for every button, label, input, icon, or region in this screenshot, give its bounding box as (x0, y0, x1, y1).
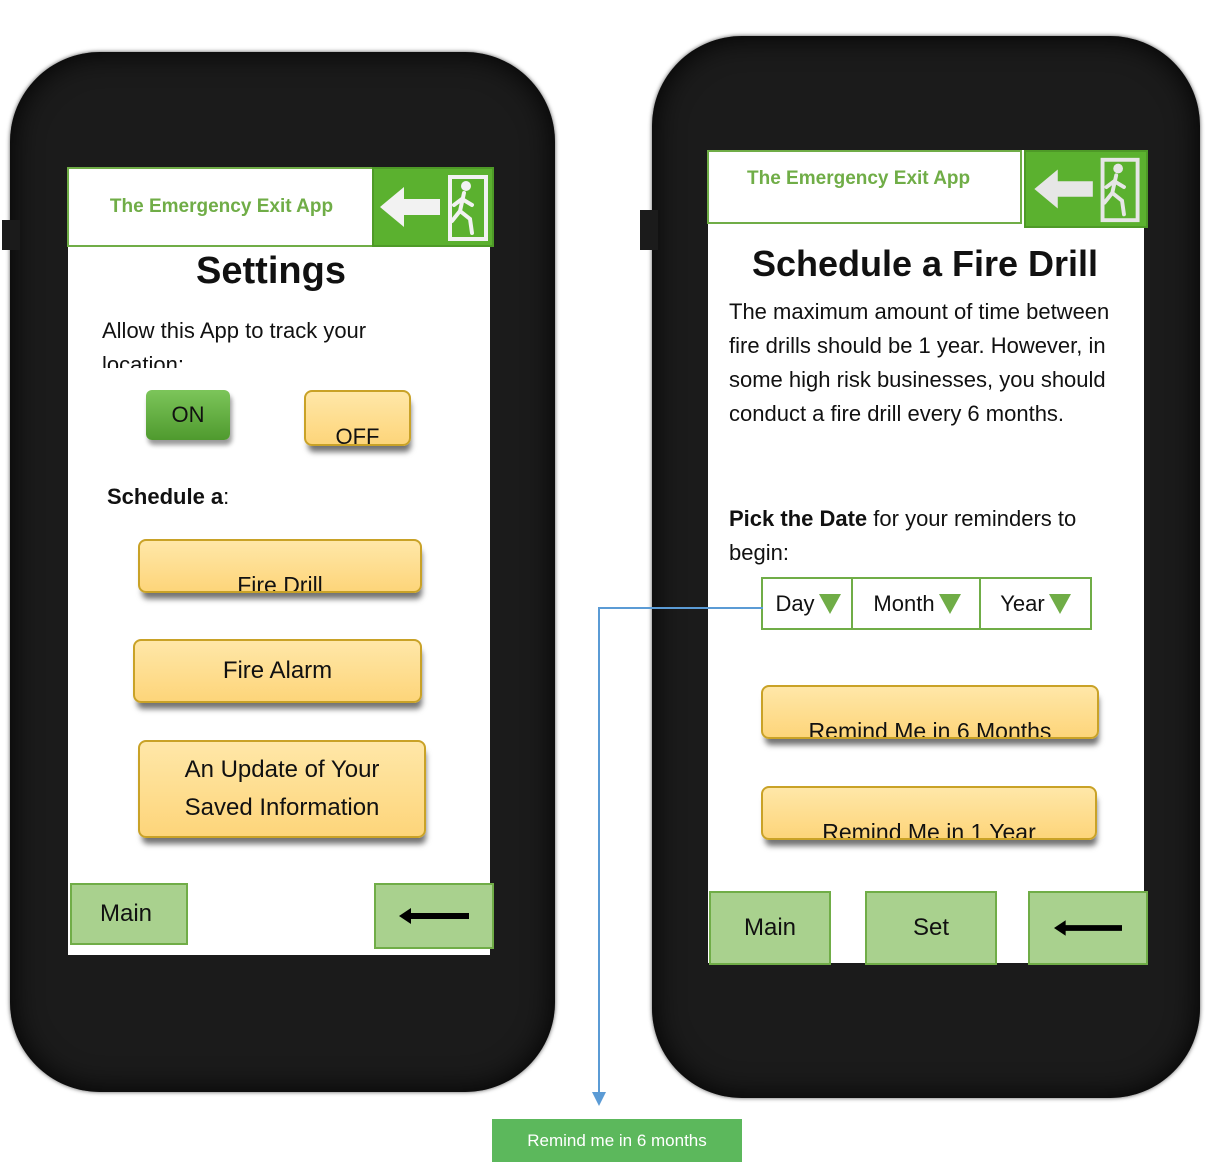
remind-1-label: Remind Me in 1 Year (822, 819, 1036, 840)
app-title: The Emergency Exit App (747, 168, 971, 189)
fire-drill-button[interactable]: Fire Drill (138, 539, 422, 593)
main-nav-button[interactable]: Main (70, 883, 188, 945)
app-title-header: The Emergency Exit App (707, 150, 1022, 224)
app-title: The Emergency Exit App (109, 196, 334, 217)
back-arrow-icon (399, 908, 469, 924)
set-button[interactable]: Set (865, 891, 997, 965)
update-info-button[interactable]: An Update of Your Saved Information (138, 740, 426, 838)
pick-date-prompt: Pick the Date for your reminders to begi… (729, 502, 1121, 570)
connector-line (598, 607, 763, 609)
year-dropdown[interactable]: Year (979, 577, 1092, 630)
main-nav-button[interactable]: Main (709, 891, 831, 965)
month-label: Month (873, 590, 935, 616)
location-on-button[interactable]: ON (146, 390, 230, 440)
update-info-label: An Update of Your Saved Information (184, 756, 380, 821)
remind-6-months-button[interactable]: Remind Me in 6 Months (761, 685, 1099, 739)
main-nav-label: Main (100, 900, 153, 927)
year-label: Year (1000, 590, 1045, 616)
phone-side-button (640, 210, 658, 250)
exit-sign-icon[interactable] (1024, 150, 1148, 228)
drill-description: The maximum amount of time between fire … (729, 299, 1110, 426)
off-label: OFF (335, 424, 380, 446)
fire-alarm-label: Fire Alarm (222, 657, 333, 684)
fire-alarm-button[interactable]: Fire Alarm (133, 639, 422, 703)
page-title: Schedule a Fire Drill (751, 243, 1099, 284)
dropdown-triangle-icon (938, 593, 961, 614)
remind-6-label: Remind Me in 6 Months (808, 718, 1052, 739)
phone-side-button (2, 220, 20, 250)
main-nav-label: Main (743, 914, 797, 941)
dropdown-triangle-icon (1048, 593, 1071, 614)
remind-1-year-button[interactable]: Remind Me in 1 Year (761, 786, 1097, 840)
dropdown-triangle-icon (818, 593, 841, 614)
annotation-label: Remind me in 6 months (492, 1119, 742, 1162)
app-title-header: The Emergency Exit App (67, 167, 376, 247)
day-dropdown[interactable]: Day (761, 577, 855, 630)
page-title: Settings (196, 250, 346, 292)
schedule-label: Schedule a: (107, 480, 229, 508)
day-label: Day (775, 590, 815, 616)
schedule-label-colon: : (223, 484, 230, 508)
set-label: Set (912, 914, 950, 941)
pick-date-bold: Pick the Date (729, 506, 868, 531)
annotation-text: Remind me in 6 months (527, 1130, 707, 1150)
location-off-button[interactable]: OFF (304, 390, 411, 446)
connector-arrow-icon (592, 1092, 606, 1106)
on-label: ON (171, 402, 205, 427)
location-prompt: Allow this App to track your location: (102, 318, 367, 368)
exit-sign-icon[interactable] (372, 167, 494, 247)
connector-line (598, 607, 600, 1093)
fire-drill-label: Fire Drill (237, 572, 323, 593)
schedule-label-bold: Schedule a (107, 484, 224, 508)
back-button[interactable] (1028, 891, 1148, 965)
back-arrow-icon (1054, 920, 1122, 936)
month-dropdown[interactable]: Month (851, 577, 983, 630)
back-button[interactable] (374, 883, 494, 949)
